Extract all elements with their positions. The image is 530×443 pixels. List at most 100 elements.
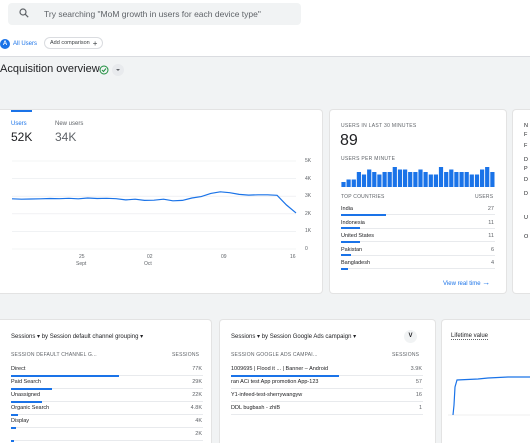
table-row-divider — [341, 227, 495, 229]
per-minute-bar — [351, 179, 356, 187]
search-input[interactable]: Try searching "MoM growth in users for e… — [8, 3, 301, 25]
country-share-bar — [341, 213, 386, 216]
table-row[interactable]: Unassigned — [11, 392, 40, 398]
country-share-bar — [341, 267, 348, 270]
ads-sessions-header: SESSIONS — [392, 352, 420, 358]
country-name: Pakistan — [341, 246, 363, 253]
top-bar: Try searching "MoM growth in users for e… — [0, 0, 530, 30]
per-minute-bar — [356, 172, 361, 187]
users-line-chart — [11, 160, 297, 250]
y-tick-label: 4K — [305, 175, 312, 182]
y-tick-label: 1K — [305, 228, 312, 235]
per-minute-bar — [469, 174, 474, 187]
side-card-line: D — [524, 177, 528, 183]
comparison-bar: A All Users Add comparison + — [0, 30, 530, 57]
channel-card-title[interactable]: Sessions ▾ by Session default channel gr… — [11, 333, 143, 340]
table-row[interactable]: ran ACi test App promotion App-123 — [231, 379, 318, 385]
session-share-bar — [11, 387, 52, 390]
tab-users[interactable]: Users — [11, 121, 27, 127]
x-tick-label: 16 — [290, 254, 296, 260]
per-minute-bar — [423, 172, 428, 187]
per-minute-bar — [346, 179, 351, 187]
per-minute-bar — [377, 174, 382, 187]
country-share-bar — [341, 227, 360, 229]
add-comparison-label: Add comparison — [50, 40, 90, 46]
ads-column-header: SESSION GOOGLE ADS CAMPAI... — [231, 352, 318, 358]
selected-tab-indicator — [11, 110, 32, 112]
channel-column-header: SESSION DEFAULT CHANNEL G... — [11, 352, 97, 358]
session-count: 2K — [195, 431, 202, 437]
view-realtime-link[interactable]: View real time → — [443, 278, 490, 287]
users-value: 52K — [11, 130, 33, 144]
per-minute-bar — [485, 167, 490, 187]
add-comparison-button[interactable]: Add comparison + — [44, 37, 104, 49]
table-row-divider — [231, 414, 423, 415]
side-card — [513, 110, 530, 293]
country-users: 11 — [488, 233, 494, 239]
per-minute-bar — [397, 169, 403, 187]
per-minute-bar — [408, 172, 413, 187]
y-tick-label: 2K — [305, 210, 312, 217]
per-minute-bar — [382, 172, 387, 187]
table-row[interactable]: Paid Search — [11, 379, 41, 385]
side-card-line: D — [524, 191, 528, 197]
table-row[interactable]: Display — [11, 418, 29, 424]
per-minute-bar — [413, 172, 418, 187]
table-row[interactable]: DDL bugbash - zhiB — [231, 405, 280, 411]
per-minute-bar — [392, 167, 397, 187]
per-minute-bar — [372, 172, 377, 187]
side-card-line: O — [524, 234, 529, 240]
search-placeholder: Try searching "MoM growth in users for e… — [44, 9, 261, 19]
x-tick-label: Oct — [144, 261, 152, 267]
country-users: 27 — [487, 206, 494, 212]
country-users: 4 — [490, 260, 494, 266]
x-tick-label: Sept — [76, 261, 87, 267]
country-name: Indonesia — [341, 219, 365, 226]
session-share-bar — [11, 439, 15, 442]
country-users: 6 — [490, 246, 494, 253]
table-row-divider — [341, 241, 495, 242]
country-users: 11 — [488, 219, 494, 226]
session-share-bar — [11, 426, 17, 429]
table-row-divider — [231, 388, 423, 389]
session-count: 22K — [192, 392, 202, 398]
per-minute-bar — [387, 172, 392, 187]
session-count: 4K — [195, 418, 202, 424]
side-card-line: N — [524, 123, 528, 129]
per-minute-bar — [433, 174, 438, 187]
verified-dropdown[interactable] — [99, 63, 127, 76]
per-minute-bar — [403, 169, 408, 187]
ads-card-title[interactable]: Sessions ▾ by Session Google Ads campaig… — [231, 333, 356, 340]
ltv-card-title[interactable]: Lifetime value — [451, 333, 489, 340]
page-title: Acquisition overview — [0, 63, 100, 75]
x-tick-label: 02 — [147, 254, 153, 260]
session-count: 16 — [415, 392, 422, 398]
tab-new-users[interactable]: New users — [55, 121, 83, 127]
side-card-line: F — [524, 132, 528, 138]
table-row[interactable]: Organic Search — [11, 405, 49, 411]
side-card-line: F — [524, 143, 528, 149]
x-tick-label: 25 — [79, 254, 85, 260]
ads-card-badge[interactable]: V — [404, 330, 417, 343]
realtime-heading: USERS IN LAST 30 MINUTES — [341, 123, 417, 129]
side-card-line: P — [524, 166, 528, 172]
realtime-value: 89 — [340, 132, 358, 149]
table-row[interactable]: Y1-infeed-test-sherrywangyw — [231, 392, 302, 398]
country-share-bar — [341, 254, 351, 256]
x-tick-label: 09 — [221, 254, 227, 260]
table-row-divider — [11, 427, 203, 428]
session-count: 77K — [192, 366, 202, 372]
view-realtime-label: View real time — [443, 281, 481, 287]
table-row-divider — [11, 440, 203, 441]
per-minute-bar — [361, 174, 367, 187]
check-circle-icon — [99, 65, 109, 74]
table-row[interactable]: Direct — [11, 366, 25, 372]
session-count: 29K — [192, 379, 202, 385]
y-tick-label: 0 — [305, 246, 308, 252]
all-users-chip[interactable]: A All Users — [0, 38, 37, 49]
y-tick-label: 3K — [305, 193, 312, 200]
country-share-bar — [341, 240, 360, 243]
table-row[interactable]: 1009695 | Flood it ... | Banner – Androi… — [231, 366, 328, 372]
session-share-bar — [11, 374, 119, 377]
users-column-header: USERS — [475, 194, 494, 200]
